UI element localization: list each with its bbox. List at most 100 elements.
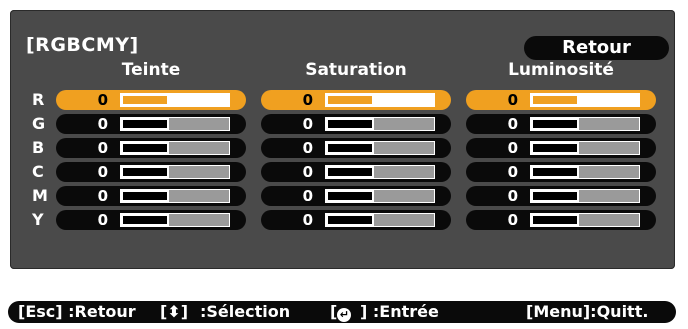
slider-fill bbox=[123, 216, 167, 224]
slider-g-brightness[interactable]: 0 bbox=[466, 114, 656, 134]
back-button[interactable]: Retour bbox=[524, 36, 669, 60]
slider-y-brightness[interactable]: 0 bbox=[466, 210, 656, 230]
slider-value: 0 bbox=[302, 115, 313, 133]
slider-track[interactable] bbox=[530, 93, 640, 107]
help-select: :Sélection bbox=[200, 302, 291, 321]
row-label-y: Y bbox=[32, 210, 44, 229]
slider-r-hue[interactable]: 0 bbox=[56, 90, 246, 110]
slider-value: 0 bbox=[507, 211, 518, 229]
slider-fill bbox=[533, 96, 577, 104]
slider-value: 0 bbox=[507, 91, 518, 109]
help-bar: [Esc] :Retour [⬍] :Sélection [↵ ] :Entré… bbox=[8, 301, 676, 323]
slider-center-mark bbox=[578, 214, 579, 226]
slider-fill bbox=[123, 120, 167, 128]
row-label-g: G bbox=[32, 114, 46, 133]
slider-r-brightness[interactable]: 0 bbox=[466, 90, 656, 110]
slider-value: 0 bbox=[97, 163, 108, 181]
slider-track[interactable] bbox=[325, 141, 435, 155]
slider-center-mark bbox=[168, 190, 169, 202]
slider-fill bbox=[533, 192, 577, 200]
slider-track-bg bbox=[169, 214, 229, 226]
slider-center-mark bbox=[168, 94, 169, 106]
slider-center-mark bbox=[373, 94, 374, 106]
row-label-c: C bbox=[32, 162, 44, 181]
slider-c-brightness[interactable]: 0 bbox=[466, 162, 656, 182]
slider-fill bbox=[328, 96, 372, 104]
slider-track-bg bbox=[374, 166, 434, 178]
slider-fill bbox=[533, 168, 577, 176]
slider-fill bbox=[533, 120, 577, 128]
slider-fill bbox=[328, 144, 372, 152]
slider-g-saturation[interactable]: 0 bbox=[261, 114, 451, 134]
slider-track-bg bbox=[169, 118, 229, 130]
slider-y-saturation[interactable]: 0 bbox=[261, 210, 451, 230]
slider-track[interactable] bbox=[120, 93, 230, 107]
slider-m-hue[interactable]: 0 bbox=[56, 186, 246, 206]
slider-c-saturation[interactable]: 0 bbox=[261, 162, 451, 182]
slider-value: 0 bbox=[97, 91, 108, 109]
slider-track-bg bbox=[579, 166, 639, 178]
slider-c-hue[interactable]: 0 bbox=[56, 162, 246, 182]
slider-fill bbox=[123, 96, 167, 104]
rgbcmy-panel: [RGBCMY] Retour Teinte Saturation Lumino… bbox=[10, 10, 675, 269]
slider-value: 0 bbox=[507, 187, 518, 205]
slider-track-bg bbox=[579, 214, 639, 226]
slider-value: 0 bbox=[97, 139, 108, 157]
slider-track-bg bbox=[169, 166, 229, 178]
slider-fill bbox=[123, 144, 167, 152]
slider-fill bbox=[328, 216, 372, 224]
slider-track[interactable] bbox=[325, 117, 435, 131]
slider-value: 0 bbox=[302, 91, 313, 109]
slider-fill bbox=[533, 144, 577, 152]
row-label-r: R bbox=[32, 90, 45, 109]
slider-track[interactable] bbox=[120, 189, 230, 203]
slider-track[interactable] bbox=[325, 93, 435, 107]
slider-track[interactable] bbox=[530, 165, 640, 179]
column-header-hue: Teinte bbox=[121, 60, 181, 80]
slider-b-hue[interactable]: 0 bbox=[56, 138, 246, 158]
slider-value: 0 bbox=[97, 187, 108, 205]
slider-track[interactable] bbox=[530, 189, 640, 203]
slider-track[interactable] bbox=[325, 165, 435, 179]
slider-fill bbox=[328, 192, 372, 200]
slider-track[interactable] bbox=[120, 141, 230, 155]
slider-value: 0 bbox=[97, 211, 108, 229]
slider-m-brightness[interactable]: 0 bbox=[466, 186, 656, 206]
slider-value: 0 bbox=[302, 187, 313, 205]
slider-track-bg bbox=[169, 190, 229, 202]
slider-track[interactable] bbox=[120, 165, 230, 179]
slider-center-mark bbox=[373, 118, 374, 130]
slider-b-brightness[interactable]: 0 bbox=[466, 138, 656, 158]
slider-center-mark bbox=[168, 142, 169, 154]
slider-track[interactable] bbox=[530, 141, 640, 155]
slider-track[interactable] bbox=[530, 213, 640, 227]
slider-track[interactable] bbox=[325, 213, 435, 227]
slider-track-bg bbox=[374, 190, 434, 202]
slider-fill bbox=[328, 168, 372, 176]
slider-b-saturation[interactable]: 0 bbox=[261, 138, 451, 158]
help-select-key: [⬍] bbox=[160, 302, 189, 321]
slider-value: 0 bbox=[302, 163, 313, 181]
slider-track-bg bbox=[374, 118, 434, 130]
slider-fill bbox=[533, 216, 577, 224]
slider-track[interactable] bbox=[120, 117, 230, 131]
slider-g-hue[interactable]: 0 bbox=[56, 114, 246, 134]
slider-r-saturation[interactable]: 0 bbox=[261, 90, 451, 110]
slider-track[interactable] bbox=[530, 117, 640, 131]
slider-center-mark bbox=[168, 214, 169, 226]
slider-value: 0 bbox=[302, 139, 313, 157]
slider-center-mark bbox=[578, 190, 579, 202]
slider-track-bg bbox=[374, 94, 434, 106]
column-header-saturation: Saturation bbox=[305, 60, 407, 80]
slider-value: 0 bbox=[302, 211, 313, 229]
slider-track-bg bbox=[579, 142, 639, 154]
slider-track[interactable] bbox=[120, 213, 230, 227]
slider-track-bg bbox=[579, 190, 639, 202]
slider-fill bbox=[123, 192, 167, 200]
slider-m-saturation[interactable]: 0 bbox=[261, 186, 451, 206]
slider-track[interactable] bbox=[325, 189, 435, 203]
slider-value: 0 bbox=[507, 139, 518, 157]
slider-y-hue[interactable]: 0 bbox=[56, 210, 246, 230]
help-enter: ] :Entrée bbox=[360, 302, 439, 321]
slider-track-bg bbox=[579, 118, 639, 130]
